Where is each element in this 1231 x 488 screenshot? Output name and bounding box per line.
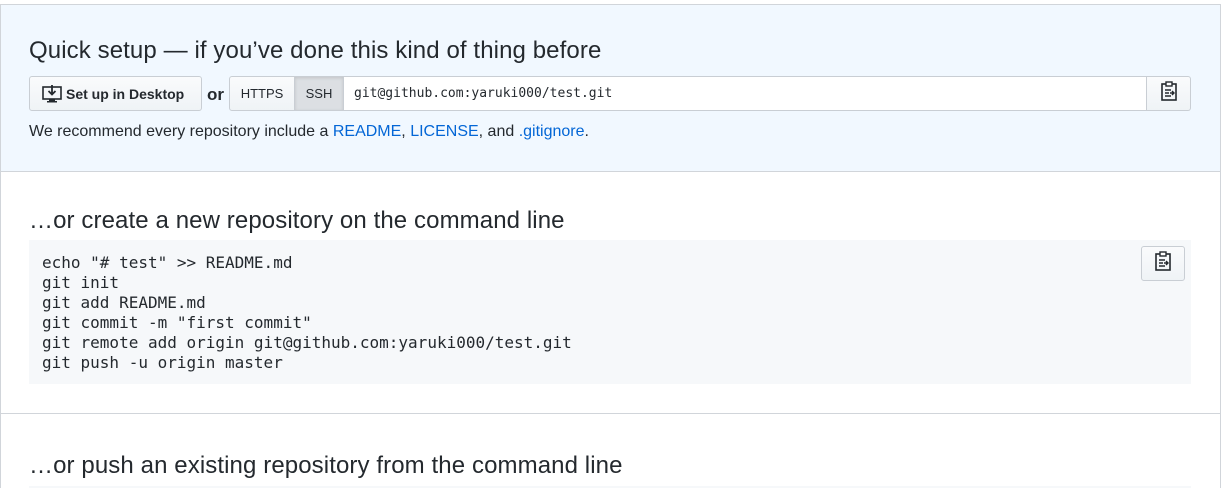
clone-url-input[interactable] — [344, 76, 1147, 111]
clippy-icon — [1160, 81, 1178, 106]
gitignore-link[interactable]: .gitignore — [519, 123, 585, 140]
https-button[interactable]: HTTPS — [229, 76, 295, 111]
new-repo-section: …or create a new repository on the comma… — [1, 172, 1220, 414]
clippy-icon — [1154, 251, 1172, 276]
setup-in-desktop-label: Set up in Desktop — [66, 85, 185, 102]
ssh-button[interactable]: SSH — [295, 76, 344, 111]
new-repo-title: …or create a new repository on the comma… — [29, 207, 565, 234]
copy-url-button[interactable] — [1147, 76, 1191, 111]
push-repo-title: …or push an existing repository from the… — [29, 452, 623, 479]
recommend-text: We recommend every repository include a … — [29, 123, 589, 141]
recommend-prefix: We recommend every repository include a — [29, 123, 333, 140]
quick-setup-section: Quick setup — if you’ve done this kind o… — [1, 5, 1220, 172]
quick-setup-title: Quick setup — if you’ve done this kind o… — [29, 37, 602, 64]
or-label: or — [207, 85, 224, 104]
clone-url-group: HTTPS SSH — [229, 76, 1191, 111]
desktop-download-icon — [42, 84, 62, 103]
recommend-comma: , — [401, 123, 411, 140]
new-repo-commands[interactable]: echo "# test" >> README.md git init git … — [42, 253, 572, 373]
new-repo-code-block: echo "# test" >> README.md git init git … — [29, 240, 1191, 384]
recommend-suffix: . — [584, 123, 589, 140]
recommend-and: , and — [478, 123, 519, 140]
license-link[interactable]: LICENSE — [410, 123, 478, 140]
copy-commands-button[interactable] — [1141, 246, 1185, 281]
readme-link[interactable]: README — [333, 123, 401, 140]
setup-in-desktop-button[interactable]: Set up in Desktop — [29, 76, 202, 111]
setup-panel: Quick setup — if you’ve done this kind o… — [0, 4, 1221, 488]
push-repo-section: …or push an existing repository from the… — [1, 414, 1220, 488]
